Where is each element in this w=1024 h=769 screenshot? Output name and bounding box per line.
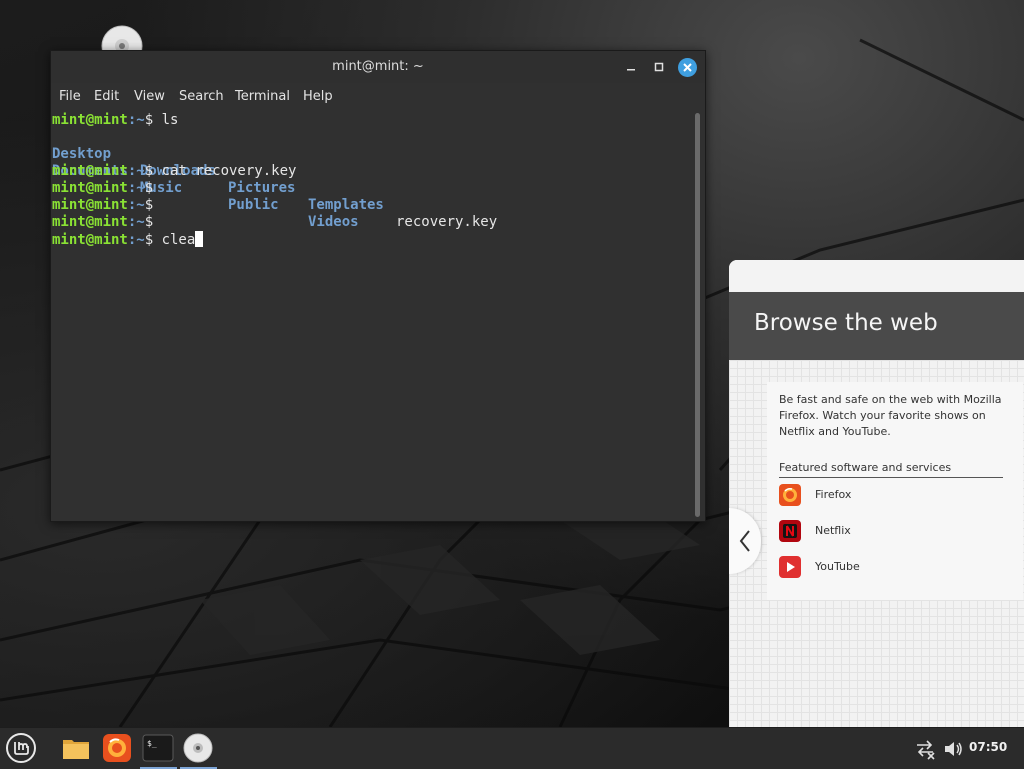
maximize-button[interactable]	[651, 59, 667, 75]
prompt-symbol: $	[144, 214, 162, 230]
menu-edit[interactable]: Edit	[94, 89, 119, 104]
welcome-content: Be fast and safe on the web with Mozilla…	[729, 360, 1024, 727]
app-label: Netflix	[815, 524, 851, 537]
svg-text:$_: $_	[147, 739, 157, 748]
prompt-path: :~	[127, 163, 145, 179]
terminal-scrollbar[interactable]	[695, 113, 700, 517]
files-launcher[interactable]	[60, 732, 92, 764]
files-icon	[63, 740, 89, 759]
menu-terminal[interactable]: Terminal	[235, 89, 290, 104]
close-button[interactable]	[678, 58, 697, 77]
terminal-line: mint@mint:~$	[52, 180, 162, 197]
volume-tray-button[interactable]	[942, 738, 964, 760]
dir-entry: Templates	[308, 197, 384, 213]
info-card: Be fast and safe on the web with Mozilla…	[767, 382, 1023, 600]
app-item-youtube[interactable]: YouTube	[779, 556, 979, 580]
terminal-line: mint@mint:~$	[52, 197, 162, 214]
terminal-menubar: File Edit View Search Terminal Help	[51, 83, 705, 111]
youtube-icon	[779, 556, 801, 578]
disc-icon	[183, 733, 213, 763]
window-title: mint@mint: ~	[332, 59, 424, 74]
terminal-line: mint@mint:~$ cat recovery.key	[52, 163, 296, 180]
mint-menu-icon	[6, 733, 36, 763]
menu-file[interactable]: File	[59, 89, 81, 104]
prompt-user: mint@mint	[52, 112, 128, 128]
ls-output-row: Desktop Downloads Pictures Templates rec…	[52, 129, 652, 230]
minimize-button[interactable]	[623, 59, 639, 75]
network-disconnected-icon	[917, 740, 935, 760]
terminal-current-line: mint@mint:~$ clea	[52, 231, 204, 248]
app-item-netflix[interactable]: Netflix	[779, 520, 979, 544]
network-tray-button[interactable]	[914, 738, 936, 760]
prompt-symbol: $	[144, 112, 162, 128]
app-item-firefox[interactable]: Firefox	[779, 484, 979, 508]
prompt-symbol: $	[144, 180, 162, 196]
terminal-line: mint@mint:~$ ls	[52, 112, 178, 129]
dir-entry: Public	[228, 197, 279, 213]
prompt-symbol: $	[144, 163, 162, 179]
clock[interactable]: 07:50	[969, 740, 1007, 754]
disc-launcher[interactable]	[182, 732, 214, 764]
prompt-path: :~	[127, 197, 145, 213]
welcome-header: Browse the web	[729, 292, 1024, 360]
welcome-panel: Browse the web Be fast and safe on the w…	[729, 260, 1024, 727]
prompt-path: :~	[127, 112, 145, 128]
terminal-launcher[interactable]: $_	[142, 732, 174, 764]
prompt-user: mint@mint	[52, 232, 128, 248]
command-text: cat recovery.key	[161, 163, 297, 179]
menu-view[interactable]: View	[134, 89, 165, 104]
terminal-line: mint@mint:~$	[52, 214, 162, 231]
netflix-icon	[779, 520, 801, 542]
volume-icon	[945, 742, 962, 756]
terminal-titlebar[interactable]: mint@mint: ~	[51, 51, 705, 83]
taskbar: $_ 07:50	[0, 727, 1024, 769]
firefox-launcher[interactable]	[101, 732, 133, 764]
menu-search[interactable]: Search	[179, 89, 224, 104]
prompt-user: mint@mint	[52, 163, 128, 179]
text-cursor	[195, 231, 204, 247]
dir-entry: Pictures	[228, 180, 296, 196]
terminal-output[interactable]: mint@mint:~$ ls Desktop Downloads Pictur…	[51, 111, 705, 521]
featured-heading: Featured software and services	[779, 461, 1003, 478]
section-heading: Browse the web	[754, 310, 938, 336]
app-label: Firefox	[815, 488, 852, 501]
command-text: ls	[161, 112, 179, 128]
prompt-path: :~	[127, 180, 145, 196]
prompt-symbol: $	[144, 232, 162, 248]
prompt-symbol: $	[144, 197, 162, 213]
mint-menu-button[interactable]	[5, 732, 37, 764]
prompt-user: mint@mint	[52, 214, 128, 230]
menu-help[interactable]: Help	[303, 89, 333, 104]
firefox-icon	[103, 734, 131, 762]
prompt-path: :~	[127, 214, 145, 230]
command-input-text: clea	[161, 232, 196, 248]
terminal-icon: $_	[142, 734, 174, 762]
prompt-user: mint@mint	[52, 197, 128, 213]
app-label: YouTube	[815, 560, 860, 573]
dir-entry: Videos	[308, 214, 359, 230]
welcome-topbar	[729, 260, 1024, 292]
chevron-left-icon	[739, 530, 750, 552]
terminal-window: mint@mint: ~ File Edit View Search Termi…	[50, 50, 706, 522]
prompt-user: mint@mint	[52, 180, 128, 196]
firefox-icon	[779, 484, 801, 506]
section-description: Be fast and safe on the web with Mozilla…	[779, 393, 1002, 438]
file-entry: recovery.key	[396, 214, 498, 230]
ls-output-row: Documents Music Public Videos	[52, 146, 652, 230]
prompt-path: :~	[127, 232, 145, 248]
